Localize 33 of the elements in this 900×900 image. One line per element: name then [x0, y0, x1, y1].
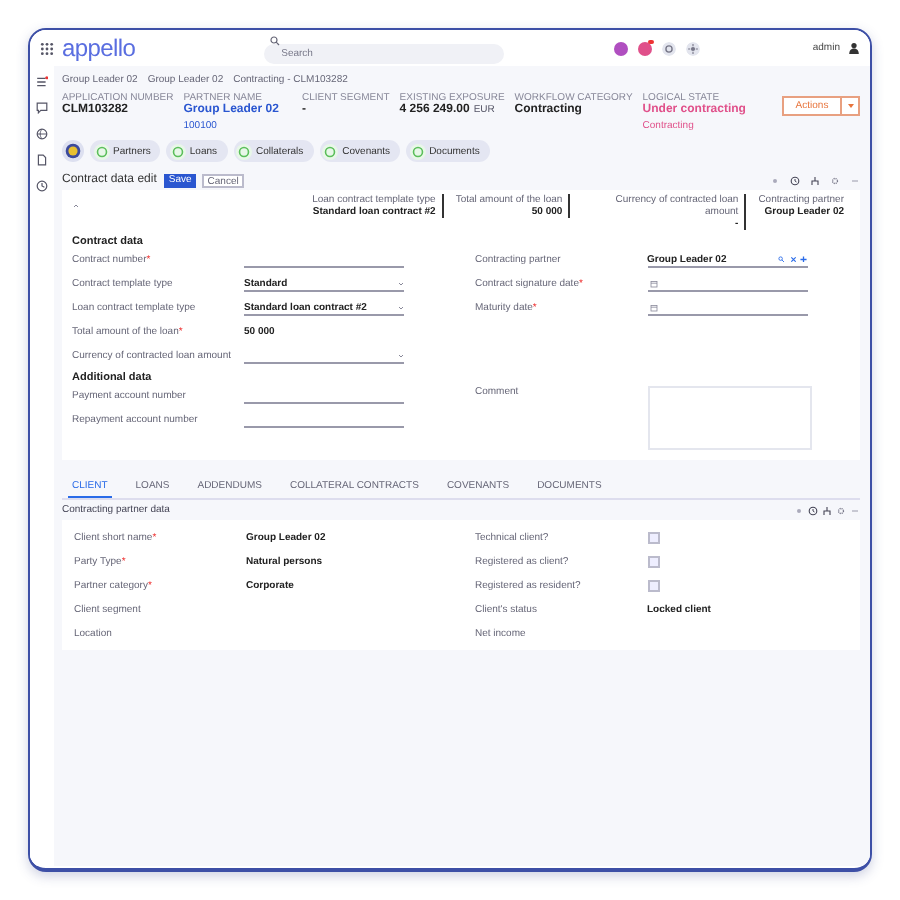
hierarchy-icon[interactable]	[810, 175, 820, 185]
settings-icon[interactable]	[661, 41, 676, 55]
calendar-icon	[649, 279, 657, 287]
checkbox[interactable]	[647, 556, 659, 568]
notification-icon[interactable]	[637, 41, 652, 55]
search-icon	[269, 35, 280, 45]
apps-grid-icon[interactable]	[40, 41, 54, 55]
settings-icon[interactable]	[836, 505, 846, 515]
plus-icon[interactable]	[800, 255, 807, 263]
chat-icon[interactable]	[36, 102, 48, 114]
date-field[interactable]	[647, 276, 807, 292]
checkbox[interactable]	[647, 580, 659, 592]
clock-icon[interactable]	[36, 180, 48, 192]
caret-icon	[847, 104, 853, 108]
settings-icon[interactable]	[830, 175, 840, 185]
document-icon[interactable]	[36, 154, 48, 166]
calendar-icon	[649, 303, 657, 311]
hierarchy-icon[interactable]	[822, 505, 832, 515]
globe-icon[interactable]	[36, 128, 48, 140]
list-icon[interactable]	[36, 76, 48, 88]
avatar-icon[interactable]	[613, 41, 628, 55]
search-icon[interactable]	[778, 255, 785, 263]
history-icon[interactable]	[790, 175, 800, 185]
logo: appello	[62, 34, 136, 62]
date-field[interactable]	[647, 300, 807, 316]
user-icon[interactable]	[848, 42, 860, 54]
sun-icon[interactable]	[685, 41, 700, 55]
history-icon[interactable]	[808, 505, 818, 515]
actions-dropdown-button[interactable]	[842, 96, 860, 116]
checkbox[interactable]	[647, 532, 659, 544]
emblem-icon	[62, 140, 84, 162]
comment-field[interactable]	[647, 386, 811, 450]
close-icon[interactable]	[789, 255, 796, 263]
